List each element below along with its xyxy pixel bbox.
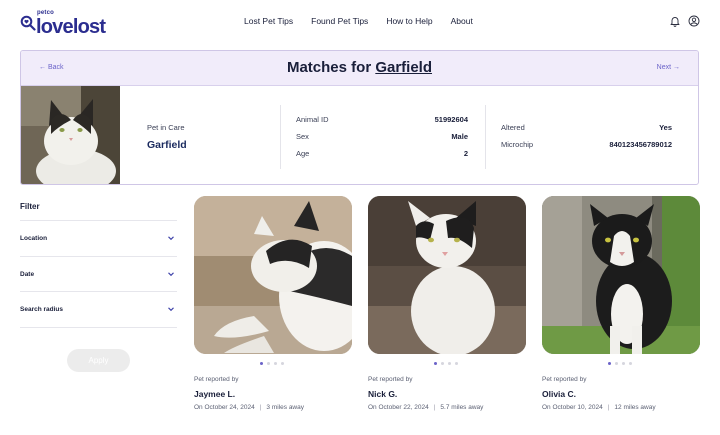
sex-value: Male (451, 132, 468, 141)
carousel-dot[interactable] (434, 362, 437, 365)
nav-found-pet-tips[interactable]: Found Pet Tips (311, 16, 368, 26)
separator: | (433, 404, 436, 411)
filter-label: Location (20, 235, 48, 242)
filter-label: Date (20, 271, 35, 278)
altered-value: Yes (659, 123, 672, 132)
pet-in-care-label: Pet in Care (147, 123, 185, 132)
microchip-value: 840123456789012 (609, 140, 672, 149)
microchip-label: Microchip (501, 140, 534, 149)
carousel-dot[interactable] (448, 362, 451, 365)
main-nav: Lost Pet Tips Found Pet Tips How to Help… (244, 16, 491, 26)
carousel-dot[interactable] (267, 362, 270, 365)
chevron-down-icon (168, 236, 174, 241)
nav-lost-pet-tips[interactable]: Lost Pet Tips (244, 16, 293, 26)
carousel-dot[interactable] (274, 362, 277, 365)
magnifier-heart-logo-icon (20, 15, 36, 31)
filter-date-dropdown[interactable]: Date (20, 256, 177, 292)
filter-heading: Filter (20, 202, 40, 211)
pet-in-care-name: Garfield (147, 139, 187, 151)
apply-button[interactable]: Apply (67, 349, 130, 372)
report-meta: On October 10, 2024 | 12 miles away (542, 404, 656, 411)
top-navigation: petco lovelost Lost Pet Tips Found Pet T… (0, 0, 720, 44)
report-date: On October 10, 2024 (542, 404, 603, 411)
report-date: On October 24, 2024 (194, 404, 255, 411)
filter-search-radius-dropdown[interactable]: Search radius (20, 291, 177, 327)
matches-card: ← Back Matches for Garfield Next → Pet i… (20, 50, 699, 185)
carousel-dot[interactable] (622, 362, 625, 365)
next-link[interactable]: Next → (657, 64, 680, 71)
reported-by-label: Pet reported by (194, 376, 239, 383)
reported-cat-photo[interactable] (542, 196, 700, 354)
separator: | (259, 404, 262, 411)
divider (485, 105, 486, 169)
user-account-icon[interactable] (688, 15, 700, 27)
reporter-name: Jaymee L. (194, 389, 236, 399)
report-date: On October 22, 2024 (368, 404, 429, 411)
garfield-cat-photo (21, 86, 120, 184)
carousel-dots[interactable] (260, 362, 284, 365)
carousel-dots[interactable] (434, 362, 458, 365)
title-pet-name-link[interactable]: Garfield (375, 59, 432, 76)
filter-location-dropdown[interactable]: Location (20, 220, 177, 256)
carousel-dots[interactable] (608, 362, 632, 365)
report-distance: 5.7 miles away (440, 404, 484, 411)
reported-cat-photo[interactable] (368, 196, 526, 354)
divider (20, 327, 177, 328)
report-meta: On October 24, 2024 | 3 miles away (194, 404, 304, 411)
chevron-down-icon (168, 307, 174, 312)
animal-id-value: 51992604 (434, 115, 468, 124)
separator: | (607, 404, 610, 411)
reporter-name: Olivia C. (542, 389, 577, 399)
carousel-dot[interactable] (281, 362, 284, 365)
carousel-dot[interactable] (260, 362, 263, 365)
chevron-down-icon (168, 272, 174, 277)
animal-id-label: Animal ID (296, 115, 329, 124)
carousel-dot[interactable] (608, 362, 611, 365)
divider (280, 105, 281, 169)
age-value: 2 (463, 149, 468, 158)
carousel-dot[interactable] (629, 362, 632, 365)
carousel-dot[interactable] (441, 362, 444, 365)
report-meta: On October 22, 2024 | 5.7 miles away (368, 404, 483, 411)
carousel-dot[interactable] (455, 362, 458, 365)
report-distance: 12 miles away (614, 404, 656, 411)
altered-label: Altered (501, 123, 525, 132)
reporter-name: Nick G. (368, 389, 398, 399)
nav-about[interactable]: About (451, 16, 473, 26)
bell-icon[interactable] (669, 15, 681, 27)
reported-cat-photo[interactable] (194, 196, 352, 354)
title-prefix: Matches for (286, 59, 372, 76)
carousel-dot[interactable] (615, 362, 618, 365)
brand-name: lovelost (36, 16, 106, 38)
reported-by-label: Pet reported by (542, 376, 587, 383)
sex-label: Sex (296, 132, 309, 141)
nav-how-to-help[interactable]: How to Help (386, 16, 432, 26)
reported-by-label: Pet reported by (368, 376, 413, 383)
page-title: Matches for Garfield (21, 59, 698, 76)
matches-header-band: ← Back Matches for Garfield Next → (21, 51, 698, 86)
age-label: Age (296, 149, 310, 158)
report-distance: 3 miles away (266, 404, 304, 411)
filter-label: Search radius (20, 306, 63, 313)
